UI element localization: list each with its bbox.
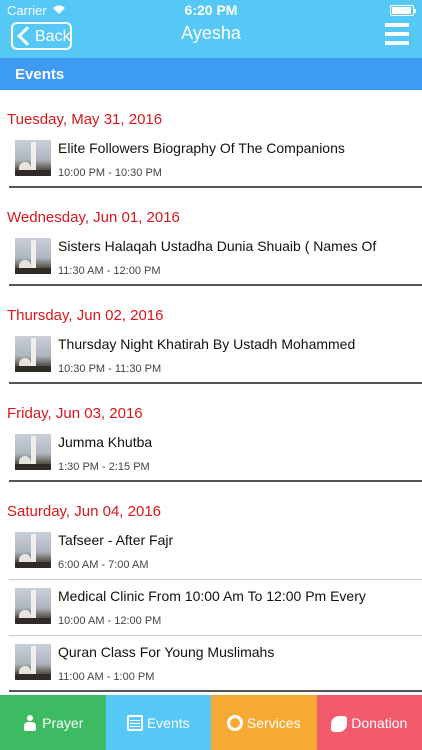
nav-bar: Back Ayesha xyxy=(0,20,422,58)
row-divider xyxy=(9,382,422,384)
event-row[interactable]: Thursday Night Khatirah By Ustadh Mohamm… xyxy=(0,328,422,384)
event-title: Thursday Night Khatirah By Ustadh Mohamm… xyxy=(58,336,356,352)
tab-prayer[interactable]: Prayer xyxy=(0,695,106,750)
mosque-thumbnail xyxy=(15,644,51,680)
event-row[interactable]: Sisters Halaqah Ustadha Dunia Shuaib ( N… xyxy=(0,230,422,286)
event-title: Tafseer - After Fajr xyxy=(58,532,174,548)
section-header: Events xyxy=(0,58,422,90)
event-title: Elite Followers Biography Of The Compani… xyxy=(58,140,345,156)
hand-donation-icon xyxy=(331,715,348,732)
event-row[interactable]: Tafseer - After Fajr 6:00 AM - 7:00 AM xyxy=(0,524,422,580)
battery-level xyxy=(392,7,411,14)
event-row[interactable]: Quran Class For Young Muslimahs 11:00 AM … xyxy=(0,636,422,692)
event-row[interactable]: Jumma Khutba 1:30 PM - 2:15 PM xyxy=(0,426,422,482)
event-time: 1:30 PM - 2:15 PM xyxy=(58,461,150,473)
status-bar: Carrier 6:20 PM xyxy=(0,0,422,20)
lifebuoy-icon xyxy=(226,714,243,731)
date-header: Friday, Jun 03, 2016 xyxy=(7,405,143,422)
event-title: Quran Class For Young Muslimahs xyxy=(58,644,275,660)
event-time: 10:30 PM - 11:30 PM xyxy=(58,363,162,375)
event-row[interactable]: Medical Clinic From 10:00 Am To 12:00 Pm… xyxy=(0,580,422,636)
calendar-icon xyxy=(126,714,143,731)
date-header: Tuesday, May 31, 2016 xyxy=(7,111,163,128)
status-time: 6:20 PM xyxy=(184,2,238,18)
row-divider xyxy=(9,480,422,482)
battery-icon xyxy=(390,5,416,16)
tab-label: Services xyxy=(246,714,301,731)
hamburger-menu-icon[interactable] xyxy=(385,23,409,45)
event-title: Jumma Khutba xyxy=(58,434,153,450)
section-title: Events xyxy=(15,66,65,83)
tab-label: Prayer xyxy=(42,714,84,731)
date-header: Wednesday, Jun 01, 2016 xyxy=(7,209,180,226)
date-header: Saturday, Jun 04, 2016 xyxy=(7,503,161,520)
event-time: 10:00 AM - 12:00 PM xyxy=(58,615,162,627)
mosque-thumbnail xyxy=(15,140,51,176)
row-divider xyxy=(9,186,422,188)
event-row[interactable]: Elite Followers Biography Of The Compani… xyxy=(0,132,422,188)
prayer-person-icon xyxy=(22,714,38,731)
row-divider xyxy=(9,690,422,692)
event-time: 10:00 PM - 10:30 PM xyxy=(58,167,162,179)
mosque-thumbnail xyxy=(15,238,51,274)
tab-label: Donation xyxy=(351,714,408,731)
mosque-thumbnail xyxy=(15,336,51,372)
mosque-thumbnail xyxy=(15,434,51,470)
page-title: Ayesha xyxy=(181,23,241,43)
events-list[interactable]: Tuesday, May 31, 2016 Elite Followers Bio… xyxy=(0,90,422,695)
event-time: 11:00 AM - 1:00 PM xyxy=(58,671,155,683)
tab-events[interactable]: Events xyxy=(105,695,211,750)
tab-donation[interactable]: Donation xyxy=(316,695,422,750)
event-title: Medical Clinic From 10:00 Am To 12:00 Pm… xyxy=(58,588,366,604)
event-time: 11:30 AM - 12:00 PM xyxy=(58,265,161,277)
row-divider xyxy=(9,284,422,286)
mosque-thumbnail xyxy=(15,588,51,624)
tab-label: Events xyxy=(146,714,190,731)
tab-bar: Prayer Events Services Donation xyxy=(0,695,422,750)
event-time: 6:00 AM - 7:00 AM xyxy=(58,559,149,571)
mosque-thumbnail xyxy=(15,532,51,568)
event-title: Sisters Halaqah Ustadha Dunia Shuaib ( N… xyxy=(58,238,377,254)
tab-services[interactable]: Services xyxy=(211,695,317,750)
date-header: Thursday, Jun 02, 2016 xyxy=(7,307,164,324)
